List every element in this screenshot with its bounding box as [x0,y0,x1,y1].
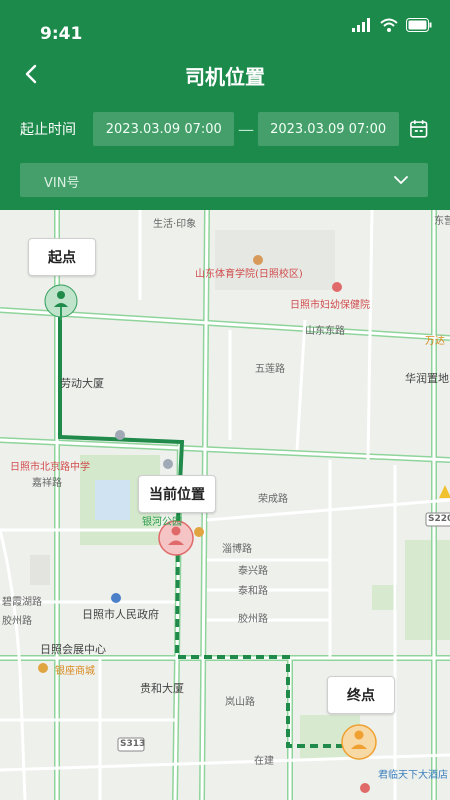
map-label: 生活·印象 [153,219,197,230]
time-range-label: 起止时间 [20,122,76,138]
map-label: 胶州路 [2,616,32,627]
map-label: 岚山路 [225,697,255,708]
map-label: 日照市妇幼保健院 [290,300,370,311]
end-marker[interactable] [341,724,377,760]
current-position-callout[interactable]: 当前位置 [138,475,216,513]
page-title: 司机位置 [185,65,265,89]
calendar-icon[interactable] [407,117,430,141]
map-label: 贵和大厦 [140,682,184,695]
end-date-field[interactable]: 2023.03.09 07:00 [257,112,399,146]
map-label: 泰兴路 [238,566,268,577]
map-label: 君临天下大酒店 [378,770,448,781]
map-label: 泰和路 [238,586,268,597]
lake-area [95,480,130,520]
map-label: 日照会展中心 [40,643,106,656]
map-label: 山东东路 [305,326,345,337]
start-date-field[interactable]: 2023.03.09 07:00 [93,112,235,146]
vin-select[interactable]: VIN号 [20,163,428,197]
wifi-icon [380,18,398,32]
map-label: 淄博路 [222,544,252,555]
status-time: 9:41 [40,24,83,44]
app-header: 9:41 司机位置 起止时间 2023.03.09 07:00 — 2023.0… [0,0,450,210]
map-view[interactable]: 起点 当前位置 终点 生活·印象 山东体育学院(日照校区) 日照市妇幼保健院 山… [0,210,450,800]
battery-icon [406,18,432,32]
map-label: 嘉祥路 [32,478,62,489]
map-label: 碧霞湖路 [2,597,42,608]
highway-label: S220 [428,514,450,524]
date-separator: — [237,119,254,139]
map-label: 在建 [254,756,274,767]
chevron-down-icon [394,176,408,185]
map-label: 东营 [434,216,450,227]
map-label: 劳动大厦 [60,377,104,390]
vin-placeholder: VIN号 [44,176,80,191]
map-label: 银河公园 [142,517,182,528]
map-label: 荣成路 [258,494,288,505]
nav-bar: 司机位置 [0,55,450,95]
map-label: 日照市人民政府 [82,608,159,621]
poi-marker [253,255,263,265]
signal-icon [352,18,370,32]
map-label: 万达 [425,336,445,347]
map-label: 山东体育学院(日照校区) [195,269,303,280]
map-label: 日照市北京路中学 [10,462,90,473]
hospital-marker [332,282,342,292]
status-icons [352,18,432,32]
highway-label: S313 [120,739,146,749]
end-callout[interactable]: 终点 [327,676,395,714]
map-label: 五莲路 [255,364,285,375]
time-filter: 起止时间 2023.03.09 07:00 — 2023.03.09 07:00 [20,112,430,146]
start-callout[interactable]: 起点 [28,238,96,276]
map-label: 银座商城 [55,666,95,677]
map-label: 胶州路 [238,614,268,625]
status-bar: 9:41 [0,0,450,60]
map-label: 华润置地 [405,372,449,385]
